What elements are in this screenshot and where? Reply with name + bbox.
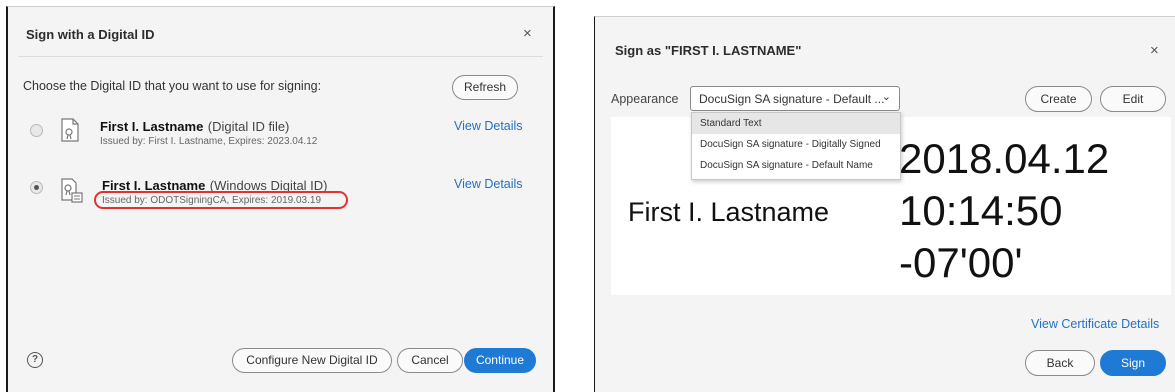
back-button[interactable]: Back: [1025, 350, 1095, 376]
appearance-dropdown-menu: Standard Text DocuSign SA signature - Di…: [691, 112, 901, 180]
windows-certificate-icon: [60, 178, 84, 204]
id-radio-2[interactable]: [30, 181, 43, 194]
view-certificate-details-link[interactable]: View Certificate Details: [1031, 317, 1159, 331]
sign-button[interactable]: Sign: [1100, 350, 1166, 376]
chevron-down-icon: ⌄: [881, 91, 891, 103]
id-name: First I. Lastname: [100, 119, 204, 134]
help-icon[interactable]: ?: [27, 352, 43, 368]
create-button[interactable]: Create: [1025, 86, 1092, 112]
refresh-button[interactable]: Refresh: [452, 75, 518, 100]
dialog-title: Sign as "FIRST I. LASTNAME": [615, 43, 802, 58]
close-icon[interactable]: ×: [1150, 42, 1159, 59]
title-divider: [18, 56, 543, 57]
appearance-dropdown[interactable]: DocuSign SA signature - Default ... ⌄: [690, 86, 900, 111]
continue-button[interactable]: Continue: [464, 348, 536, 373]
dropdown-option-default-name[interactable]: DocuSign SA signature - Default Name: [692, 155, 900, 176]
choose-id-prompt: Choose the Digital ID that you want to u…: [23, 79, 322, 93]
dropdown-option-digitally-signed[interactable]: DocuSign SA signature - Digitally Signed: [692, 134, 900, 155]
dropdown-option-standard-text[interactable]: Standard Text: [692, 113, 900, 134]
id-row-1[interactable]: First I. Lastname (Digital ID file): [100, 118, 289, 136]
view-details-link-1[interactable]: View Details: [454, 119, 523, 133]
preview-timezone: -07'00': [899, 239, 1023, 286]
certificate-file-icon: [60, 118, 80, 142]
id-type: (Digital ID file): [207, 119, 290, 134]
preview-name: First I. Lastname: [628, 197, 830, 227]
configure-new-digital-id-button[interactable]: Configure New Digital ID: [232, 348, 392, 373]
red-highlight-annotation: [94, 191, 348, 209]
sign-as-dialog: Sign as "FIRST I. LASTNAME" × Appearance…: [594, 16, 1175, 392]
view-details-link-2[interactable]: View Details: [454, 177, 523, 191]
appearance-label: Appearance: [611, 92, 679, 106]
preview-time: 10:14:50: [899, 187, 1063, 234]
id-issued-info: Issued by: First I. Lastname, Expires: 2…: [100, 136, 318, 147]
dialog-title: Sign with a Digital ID: [26, 27, 155, 42]
appearance-value: DocuSign SA signature - Default ...: [699, 92, 885, 106]
preview-date: 2018.04.12: [899, 135, 1110, 182]
id-radio-1[interactable]: [30, 124, 43, 137]
close-icon[interactable]: ×: [523, 25, 532, 42]
edit-button[interactable]: Edit: [1100, 86, 1166, 112]
sign-with-digital-id-dialog: Sign with a Digital ID × Choose the Digi…: [6, 6, 555, 392]
cancel-button[interactable]: Cancel: [397, 348, 463, 373]
